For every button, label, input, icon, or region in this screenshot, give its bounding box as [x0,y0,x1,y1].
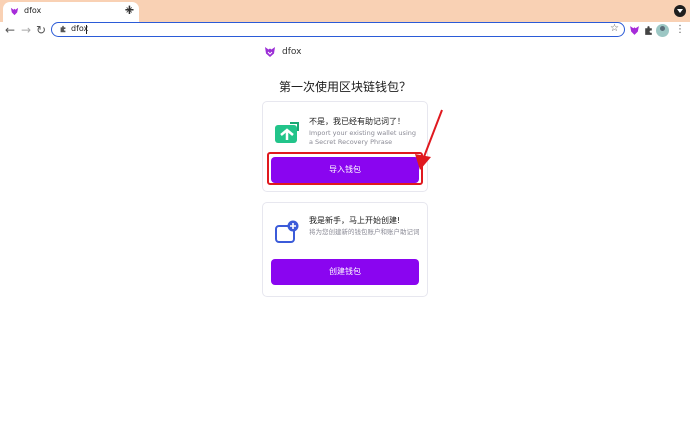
import-card-description: Import your existing wallet using a Secr… [309,129,416,146]
browser-toolbar: ← → ↻ dfox ☆ ⋮ [0,22,690,40]
profile-avatar[interactable] [656,24,669,37]
create-wallet-card: 我是新手，马上开始创建! 将为您创建新的钱包账户和账户助记词 创建钱包 [262,202,428,297]
tab-title: dfox [24,6,42,15]
extensions-puzzle-icon[interactable] [643,25,654,36]
import-wallet-icon [275,122,299,143]
create-card-title: 我是新手，马上开始创建! [309,216,401,225]
dfox-favicon-icon [10,7,19,16]
tab-dfox[interactable]: dfox × [3,2,139,22]
new-tab-icon[interactable]: + [124,3,135,18]
create-wallet-icon [275,220,299,243]
dfox-extension-icon[interactable] [629,25,640,36]
back-icon[interactable]: ← [3,22,17,40]
forward-icon[interactable]: → [19,22,33,40]
reload-icon[interactable]: ↻ [34,22,48,40]
tab-strip: dfox × + [0,0,690,22]
import-card-title: 不是，我已经有助记词了！ [309,117,405,126]
text-caret [86,25,87,34]
browser-menu-icon[interactable]: ⋮ [675,24,685,36]
brand-name: dfox [282,47,302,57]
bookmark-star-icon[interactable]: ☆ [610,22,619,35]
create-wallet-button[interactable]: 创建钱包 [271,259,419,285]
tab-search-icon[interactable] [674,5,686,17]
address-bar[interactable]: dfox ☆ [51,22,625,37]
extension-page-icon [60,25,66,33]
annotation-highlight-box [267,152,423,185]
dfox-logo-icon [265,47,275,57]
create-card-description: 将为您创建新的钱包账户和账户助记词 [309,228,420,236]
annotation-arrow-icon [415,109,443,170]
page-title: 第一次使用区块链钱包？ [278,80,411,94]
